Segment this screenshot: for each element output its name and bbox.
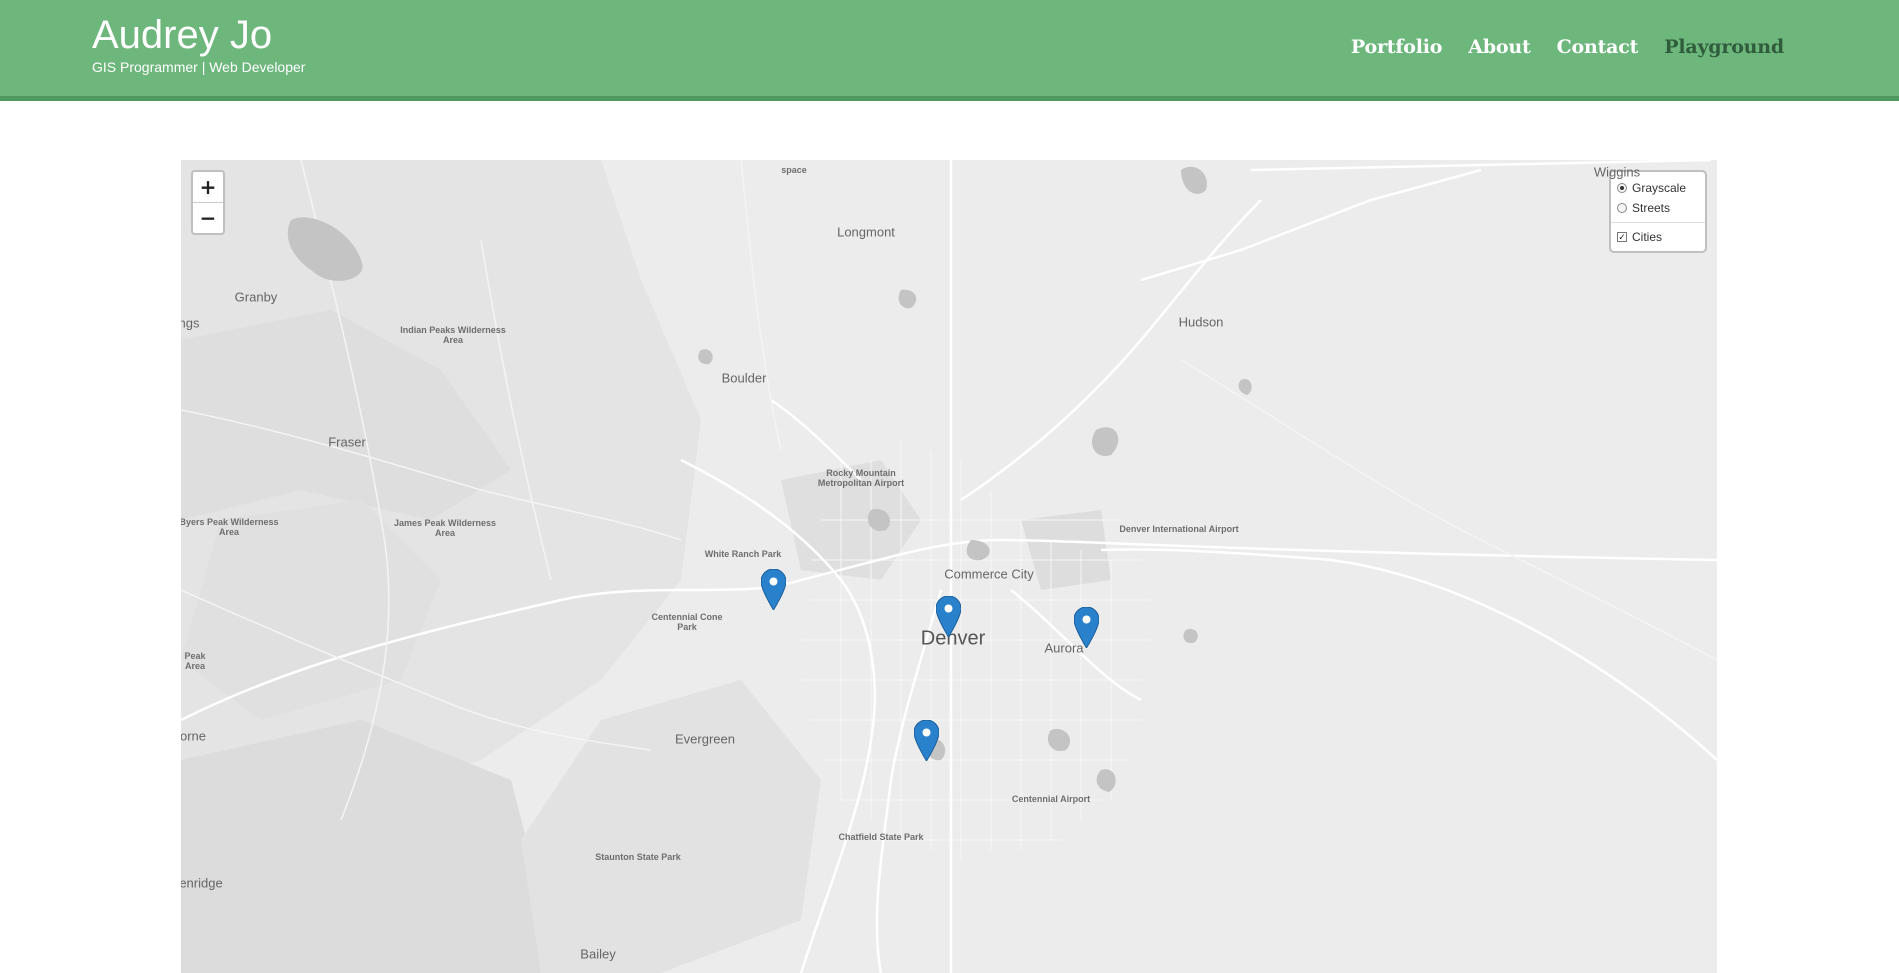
nav-about[interactable]: About bbox=[1468, 36, 1530, 58]
map-label-boulder: Boulder bbox=[721, 370, 767, 386]
map-label-indian-peaks: Indian Peaks Wilderness Area bbox=[400, 325, 506, 345]
map-label-fraser: Fraser bbox=[328, 434, 366, 450]
map-label-wiggins: Wiggins bbox=[1593, 164, 1641, 180]
map-label-james-peak: James Peak Wilderness Area bbox=[394, 518, 496, 538]
map-label-space: space bbox=[781, 165, 807, 175]
radio-streets[interactable] bbox=[1617, 203, 1627, 213]
zoom-in-button[interactable]: + bbox=[193, 172, 223, 202]
layer-grayscale-label: Grayscale bbox=[1632, 181, 1687, 195]
checkbox-cities[interactable]: ✓ bbox=[1617, 232, 1627, 242]
map-label-hudson: Hudson bbox=[1178, 314, 1224, 330]
map-label-centennial-airport: Centennial Airport bbox=[1011, 794, 1091, 804]
map-label-orne: orne bbox=[181, 728, 207, 744]
map-label-commerce-city: Commerce City bbox=[944, 566, 1034, 582]
nav-playground[interactable]: Playground bbox=[1664, 36, 1784, 58]
zoom-out-button[interactable]: − bbox=[193, 202, 223, 233]
site-title[interactable]: Audrey Jo bbox=[92, 12, 305, 58]
map-marker-golden[interactable] bbox=[761, 569, 786, 610]
radio-grayscale[interactable] bbox=[1617, 183, 1627, 193]
map-label-granby: Granby bbox=[234, 289, 278, 305]
map-container[interactable]: + − Grayscale Streets ✓ Cities Wiggins s… bbox=[181, 160, 1717, 973]
map-label-centennial-cone: Centennial Cone Park bbox=[651, 612, 723, 632]
layer-grayscale[interactable]: Grayscale bbox=[1617, 178, 1701, 198]
map-label-staunton: Staunton State Park bbox=[595, 852, 681, 862]
map-label-byers-peak: Byers Peak Wilderness Area bbox=[181, 517, 279, 537]
map-label-white-ranch: White Ranch Park bbox=[704, 549, 782, 559]
map-label-peak-area: Peak Area bbox=[184, 651, 206, 671]
overlay-cities[interactable]: ✓ Cities bbox=[1617, 227, 1701, 247]
nav-portfolio[interactable]: Portfolio bbox=[1351, 36, 1443, 58]
zoom-control: + − bbox=[191, 170, 225, 235]
layer-streets-label: Streets bbox=[1632, 201, 1671, 215]
map-label-longmont: Longmont bbox=[837, 224, 895, 240]
map-label-bailey: Bailey bbox=[580, 946, 616, 962]
site-subtitle: GIS Programmer | Web Developer bbox=[92, 59, 306, 75]
layer-control: Grayscale Streets ✓ Cities bbox=[1609, 170, 1707, 253]
layer-streets[interactable]: Streets bbox=[1617, 198, 1701, 218]
layer-separator bbox=[1611, 222, 1705, 223]
map-marker-aurora[interactable] bbox=[1074, 607, 1099, 648]
map-label-enridge: enridge bbox=[181, 875, 223, 891]
map-marker-denver[interactable] bbox=[936, 596, 961, 637]
map-label-rocky-mountain-airport: Rocky Mountain Metropolitan Airport bbox=[817, 468, 905, 488]
site-header: Audrey Jo GIS Programmer | Web Developer… bbox=[0, 0, 1899, 101]
main-nav: Portfolio About Contact Playground bbox=[1351, 36, 1784, 58]
map-label-denver-airport: Denver International Airport bbox=[1119, 524, 1239, 534]
nav-contact[interactable]: Contact bbox=[1557, 36, 1639, 58]
overlay-cities-label: Cities bbox=[1632, 230, 1663, 244]
map-label-evergreen: Evergreen bbox=[675, 731, 735, 747]
map-label-chatfield: Chatfield State Park bbox=[838, 832, 924, 842]
map-marker-littleton[interactable] bbox=[914, 720, 939, 761]
brand[interactable]: Audrey Jo GIS Programmer | Web Developer bbox=[92, 12, 305, 75]
map-label-ngs: ngs bbox=[181, 315, 200, 331]
